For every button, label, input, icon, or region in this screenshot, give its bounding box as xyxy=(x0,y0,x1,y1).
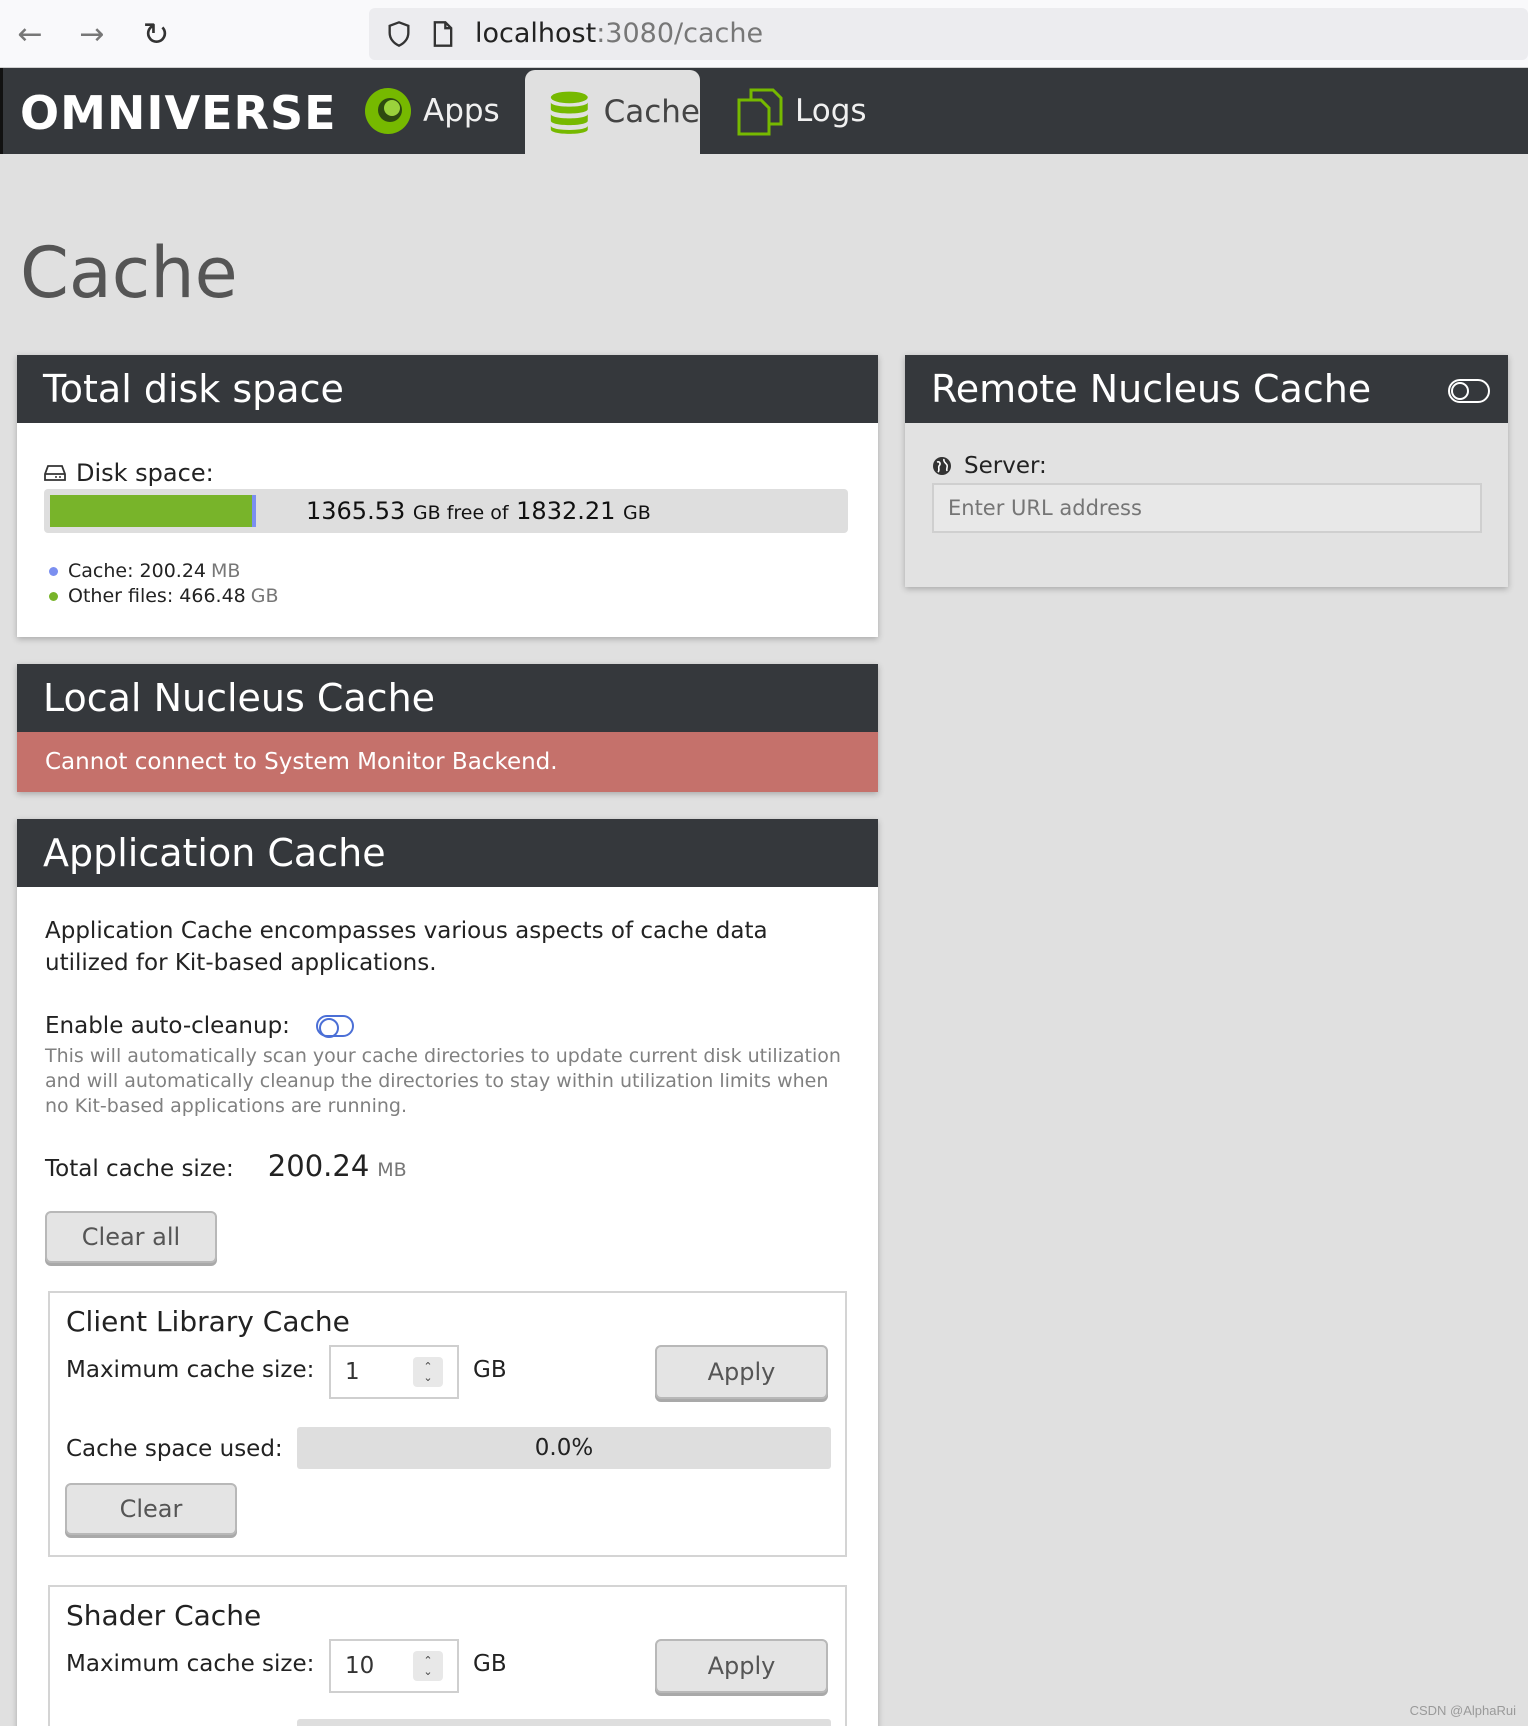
auto-cleanup-row: Enable auto-cleanup: xyxy=(45,1013,354,1039)
disk-total-unit: GB xyxy=(623,502,651,524)
client-max-size-value: 1 xyxy=(345,1359,360,1385)
panel-heading-app: Application Cache xyxy=(17,819,878,887)
omniverse-logo[interactable]: OMNIVERSE xyxy=(20,86,337,140)
spinner-icon[interactable]: ⌃ ⌄ xyxy=(413,1357,443,1387)
remote-heading: Remote Nucleus Cache xyxy=(931,367,1372,411)
tab-cache-label: Cache xyxy=(603,94,700,130)
clear-all-button[interactable]: Clear all xyxy=(45,1211,217,1263)
forward-arrow-icon[interactable]: → xyxy=(72,14,112,54)
legend-cache-label: Cache: 200.24 xyxy=(68,560,207,582)
client-used-value: 0.0% xyxy=(534,1435,594,1461)
total-cache-unit: MB xyxy=(377,1159,407,1181)
disk-usage-bar: 1365.53 GB free of 1832.21 GB xyxy=(44,489,848,533)
spinner-icon[interactable]: ⌃ ⌄ xyxy=(413,1651,443,1681)
tab-logs-label: Logs xyxy=(795,93,867,129)
auto-cleanup-toggle[interactable] xyxy=(315,1015,354,1038)
url-path: :3080/cache xyxy=(596,18,764,49)
total-disk-space-panel: Total disk space Disk space: 1365.53 GB … xyxy=(17,355,878,637)
disk-free-value: 1365.53 xyxy=(306,497,406,525)
client-apply-button[interactable]: Apply xyxy=(655,1345,828,1399)
apps-icon xyxy=(365,88,411,134)
disk-cache-fill xyxy=(252,495,256,527)
client-max-size-unit: GB xyxy=(473,1357,507,1383)
total-cache-size: Total cache size: 200.24 MB xyxy=(45,1149,407,1183)
panel-heading: Total disk space xyxy=(17,355,878,423)
auto-cleanup-note: This will automatically scan your cache … xyxy=(45,1045,841,1117)
legend-cache-unit: MB xyxy=(211,560,241,582)
browser-toolbar: ← → ↻ localhost:3080/cache xyxy=(0,0,1528,68)
remote-nucleus-cache-panel: Remote Nucleus Cache Server: xyxy=(905,355,1508,587)
legend-dot-cache xyxy=(49,566,58,576)
watermark-text: CSDN @AlphaRui xyxy=(1409,1703,1516,1718)
url-host: localhost xyxy=(475,18,597,49)
shield-icon[interactable] xyxy=(385,20,413,48)
database-icon xyxy=(550,91,588,134)
app-cache-description: Application Cache encompasses various as… xyxy=(45,918,768,976)
disk-total-value: 1832.21 xyxy=(516,497,616,525)
back-arrow-icon[interactable]: ← xyxy=(10,14,50,54)
panel-heading-local: Local Nucleus Cache xyxy=(17,664,878,732)
toggle-knob xyxy=(1451,382,1469,400)
shader-apply-button[interactable]: Apply xyxy=(655,1639,828,1693)
page-title: Cache xyxy=(20,232,238,314)
tab-apps-label: Apps xyxy=(423,93,500,129)
reload-icon[interactable]: ↻ xyxy=(136,14,176,54)
local-nucleus-cache-panel: Local Nucleus Cache Cannot connect to Sy… xyxy=(17,664,878,792)
tab-apps[interactable]: Apps xyxy=(363,68,523,154)
legend-other-unit: GB xyxy=(250,585,279,607)
total-cache-label: Total cache size: xyxy=(45,1156,234,1182)
address-bar[interactable]: localhost:3080/cache xyxy=(369,8,1528,60)
legend-cache: Cache: 200.24 MB xyxy=(49,560,240,582)
shader-max-size-label: Maximum cache size: xyxy=(66,1651,315,1677)
legend-dot-other xyxy=(49,591,58,601)
legend-other-files: Other files: 466.48 GB xyxy=(49,585,279,607)
error-banner: Cannot connect to System Monitor Backend… xyxy=(17,732,878,792)
shader-max-size-value: 10 xyxy=(345,1653,375,1679)
shader-max-size-unit: GB xyxy=(473,1651,507,1677)
panel-heading-remote: Remote Nucleus Cache xyxy=(905,355,1508,423)
hard-drive-icon xyxy=(44,465,66,481)
server-label: Server: xyxy=(932,453,1047,479)
remote-cache-toggle[interactable] xyxy=(1448,379,1490,403)
client-library-cache-box: Client Library Cache Maximum cache size:… xyxy=(48,1291,847,1557)
server-label-text: Server: xyxy=(964,453,1047,479)
shader-max-size-input[interactable]: 10 ⌃ ⌄ xyxy=(329,1639,459,1693)
shader-cache-title: Shader Cache xyxy=(66,1599,262,1632)
legend-other-label: Other files: 466.48 xyxy=(68,585,246,607)
page-icon xyxy=(433,21,453,47)
tab-cache[interactable]: Cache xyxy=(525,70,700,154)
client-clear-button[interactable]: Clear xyxy=(65,1483,237,1535)
disk-used-fill xyxy=(50,495,252,527)
globe-icon xyxy=(933,457,951,475)
logs-icon xyxy=(737,88,783,136)
disk-free-text: 1365.53 GB free of 1832.21 GB xyxy=(306,497,651,525)
total-cache-value: 200.24 xyxy=(267,1149,370,1183)
auto-cleanup-label: Enable auto-cleanup: xyxy=(45,1013,290,1039)
app-header: OMNIVERSE Apps Cache Logs xyxy=(0,68,1528,154)
shader-used-bar xyxy=(297,1719,831,1726)
client-used-label: Cache space used: xyxy=(66,1436,283,1462)
disk-space-label: Disk space: xyxy=(44,459,214,487)
client-max-size-input[interactable]: 1 ⌃ ⌄ xyxy=(329,1345,459,1399)
disk-space-label-text: Disk space: xyxy=(76,459,214,487)
application-cache-panel: Application Cache Application Cache enco… xyxy=(17,819,878,1726)
tab-logs[interactable]: Logs xyxy=(735,68,895,154)
client-max-size-label: Maximum cache size: xyxy=(66,1357,315,1383)
client-used-bar: 0.0% xyxy=(297,1427,831,1469)
client-library-cache-title: Client Library Cache xyxy=(66,1305,350,1338)
url-text[interactable]: localhost:3080/cache xyxy=(475,18,763,49)
disk-free-unit: GB free of xyxy=(412,502,509,524)
server-url-input[interactable] xyxy=(932,483,1482,533)
shader-cache-box: Shader Cache Maximum cache size: 10 ⌃ ⌄ G… xyxy=(48,1585,847,1726)
